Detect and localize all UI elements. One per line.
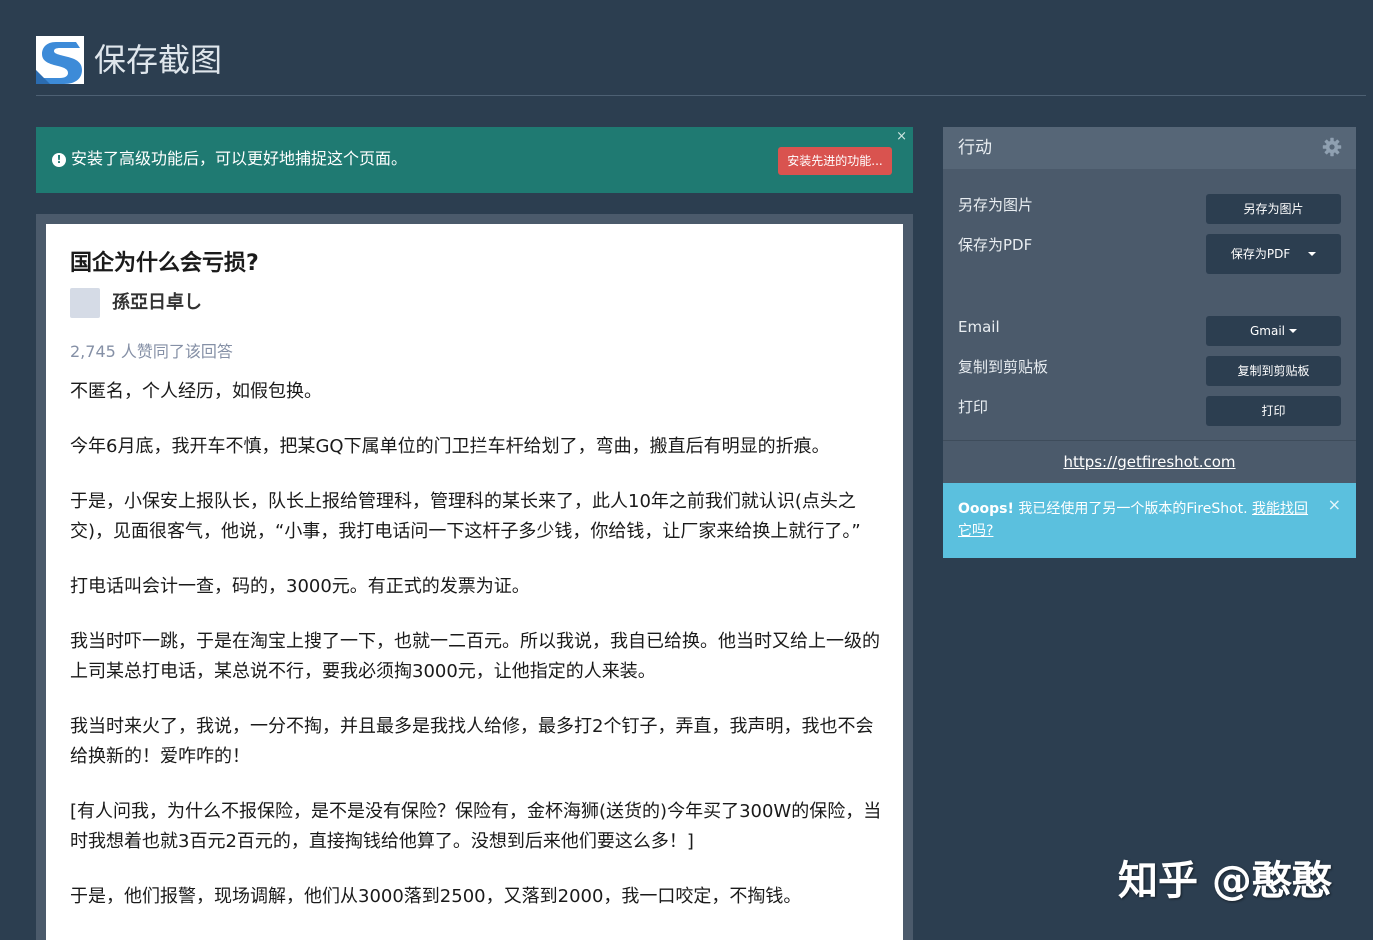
screenshot-preview-frame: 国企为什么会亏损? 孫亞日卓し 2,745 人赞同了该回答 不匿名，个人经历，如… [36,214,913,940]
author-name: 孫亞日卓し [112,292,202,313]
caret-down-icon [1308,252,1317,256]
save-pdf-label: 保存为PDF [958,236,1033,254]
exclamation-circle-icon: ! [52,153,66,167]
print-button[interactable]: 打印 [1206,396,1341,426]
page-title: 保存截图 [94,41,223,79]
gear-icon[interactable] [1322,137,1342,157]
answer-paragraph: 于是，他们报警，现场调解，他们从3000落到2500，又落到2000，我一口咬定… [70,886,802,907]
website-link[interactable]: https://getfireshot.com [1063,453,1235,471]
website-link-row: https://getfireshot.com [943,440,1356,483]
upgrade-alert: ! 安装了高级功能后，可以更好地捕捉这个页面。 安装先进的功能... × [36,127,913,193]
avatar [70,288,100,318]
app-header: 保存截图 [36,36,1366,96]
save-pdf-button-label: 保存为PDF [1230,247,1291,261]
close-icon[interactable]: × [1328,495,1341,514]
caret-down-icon [1289,329,1297,333]
save-image-label: 另存为图片 [958,196,1034,214]
alert-message-row: ! 安装了高级功能后，可以更好地捕捉这个页面。 [52,147,407,171]
answer-paragraph: [有人问我，为什么不报保险，是不是没有保险？保险有，金杯海狮(送货的)今年买了3… [70,801,882,852]
info-text: 我已经使用了另一个版本的FireShot. [1013,501,1253,517]
save-pdf-button[interactable]: 保存为PDF [1206,234,1341,274]
actions-panel: 行动 另存为图片 另存为图片 保存为PDF 保存为PDF Email Gmail… [943,127,1356,558]
install-advanced-button[interactable]: 安装先进的功能... [778,147,892,175]
gmail-button-label: Gmail [1249,324,1285,338]
answer-paragraph: 今年6月底，我开车不慎，把某GQ下属单位的门卫拦车杆给划了，弯曲，搬直后有明显的… [70,436,830,457]
fireshot-logo-icon [36,36,84,84]
answer-paragraph: 我当时吓一跳，于是在淘宝上搜了一下，也就一二百元。所以我说，我自已给换。他当时又… [70,631,880,682]
answer-paragraph: 我当时来火了，我说，一分不掏，并且最多是我找人给修，最多打2个钉子，弄直，我声明… [70,716,874,767]
close-icon[interactable]: × [896,129,907,144]
screenshot-preview[interactable]: 国企为什么会亏损? 孫亞日卓し 2,745 人赞同了该回答 不匿名，个人经历，如… [46,224,903,940]
panel-title: 行动 [958,138,992,158]
gmail-button[interactable]: Gmail [1206,316,1341,346]
answer-paragraph: 不匿名，个人经历，如假包换。 [70,381,322,402]
version-info-alert: Ooops! 我已经使用了另一个版本的FireShot. 我能找回它吗? × [943,483,1356,558]
info-bold: Ooops! [958,501,1014,517]
answer-paragraph: 于是，小保安上报队长，队长上报给管理科，管理科的某长来了，此人10年之前我们就认… [70,491,861,542]
answer-paragraph: 打电话叫会计一查，码的，3000元。有正式的发票为证。 [70,576,530,597]
print-label: 打印 [958,398,989,416]
panel-header: 行动 [943,127,1356,169]
answer-body: 不匿名，个人经历，如假包换。 今年6月底，我开车不慎，把某GQ下属单位的门卫拦车… [70,377,885,937]
watermark: 知乎 @憨憨 [1118,858,1332,904]
email-label: Email [958,318,1000,336]
save-image-button[interactable]: 另存为图片 [1206,194,1341,224]
vote-count: 2,745 人赞同了该回答 [70,342,233,361]
copy-clipboard-button[interactable]: 复制到剪贴板 [1206,356,1341,386]
copy-clipboard-label: 复制到剪贴板 [958,358,1049,376]
alert-message: 安装了高级功能后，可以更好地捕捉这个页面。 [71,149,408,168]
question-title: 国企为什么会亏损? [70,251,259,276]
info-message: Ooops! 我已经使用了另一个版本的FireShot. 我能找回它吗? [958,498,1318,542]
